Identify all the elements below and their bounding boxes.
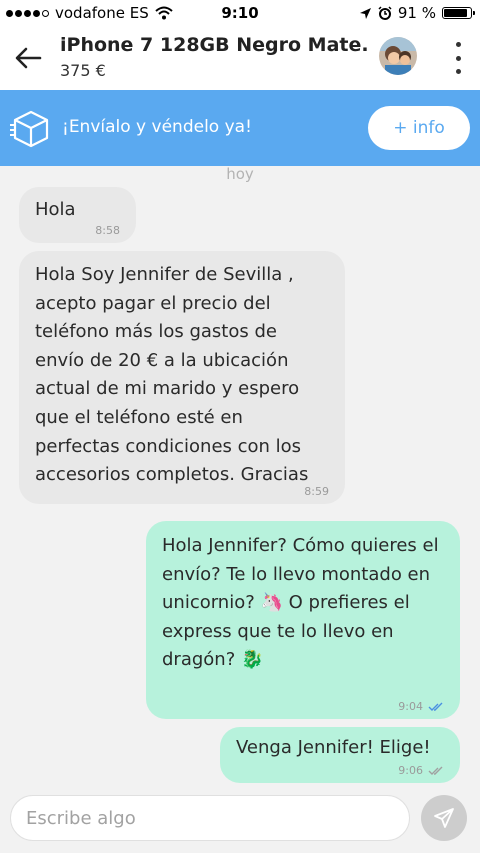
double-check-read-icon xyxy=(428,702,443,711)
promo-banner: ¡Envíalo y véndelo ya! + info xyxy=(0,90,480,166)
message-bubble-outgoing: Hola Jennifer? Cómo quieres el envío? Te… xyxy=(146,521,460,719)
status-bar: vodafone ES 9:10 91 % xyxy=(0,0,480,26)
message-time: 8:58 xyxy=(95,224,120,237)
location-arrow-icon xyxy=(359,7,371,19)
message-text: Hola xyxy=(35,199,76,220)
message-time: 9:04 xyxy=(398,700,423,713)
chat-header: iPhone 7 128GB Negro Mate. 375 € xyxy=(0,26,480,90)
message-text: Hola Soy Jennifer de Sevilla , acepto pa… xyxy=(35,264,309,486)
send-icon xyxy=(434,808,454,828)
battery-icon xyxy=(442,7,475,19)
message-text: Venga Jennifer! Elige! xyxy=(236,737,431,758)
message-bubble-outgoing: Venga Jennifer! Elige! 9:06 xyxy=(220,727,460,783)
arrow-left-icon[interactable] xyxy=(12,42,44,74)
avatar[interactable] xyxy=(379,37,417,75)
message-input[interactable] xyxy=(10,795,410,841)
message-time: 9:06 xyxy=(398,764,423,777)
message-text: Hola Jennifer? Cómo quieres el envío? Te… xyxy=(162,535,439,671)
message-bubble-incoming: Hola Soy Jennifer de Sevilla , acepto pa… xyxy=(19,251,345,504)
banner-text: ¡Envíalo y véndelo ya! xyxy=(62,117,252,137)
alarm-icon xyxy=(378,6,392,20)
battery-percentage: 91 % xyxy=(397,4,436,22)
shipping-box-icon xyxy=(10,110,49,148)
day-divider: hoy xyxy=(226,165,254,183)
double-check-icon xyxy=(428,766,443,775)
message-composer xyxy=(0,785,480,853)
message-time: 8:59 xyxy=(304,485,329,498)
kebab-menu-icon[interactable] xyxy=(454,42,462,74)
info-button[interactable]: + info xyxy=(368,106,470,150)
product-title[interactable]: iPhone 7 128GB Negro Mate. xyxy=(60,34,369,56)
message-bubble-incoming: Hola 8:58 xyxy=(19,187,136,243)
send-button[interactable] xyxy=(421,795,467,841)
product-price: 375 € xyxy=(60,61,106,80)
